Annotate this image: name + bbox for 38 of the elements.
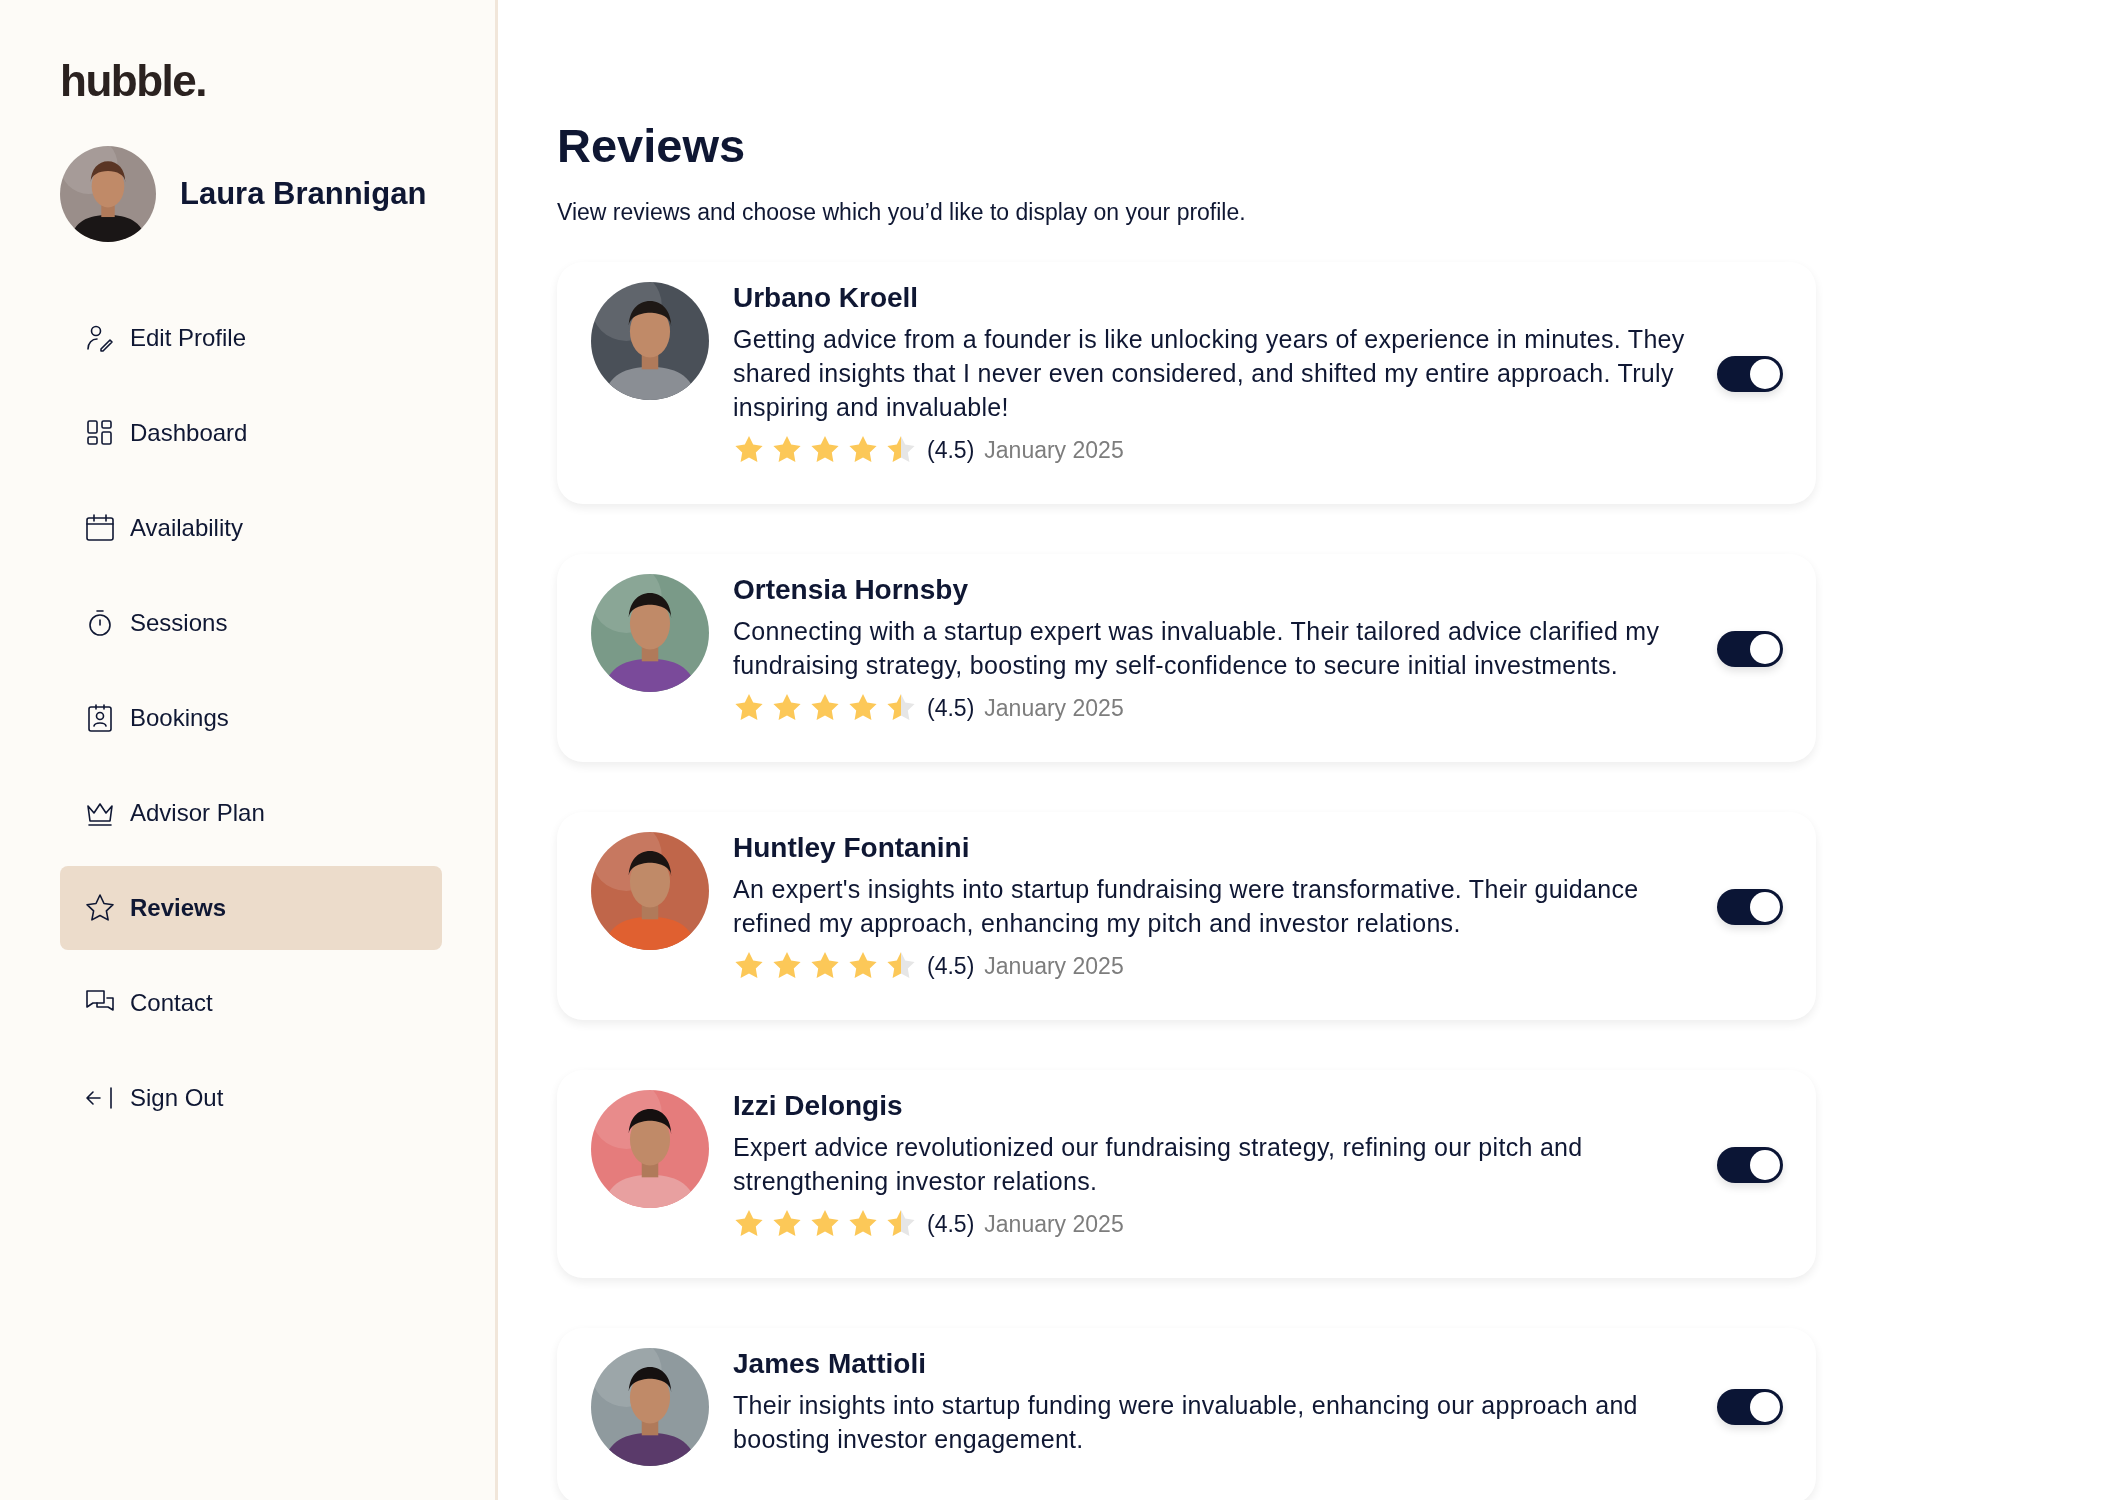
- nav-item[interactable]: Sessions: [60, 581, 442, 665]
- page-title: Reviews: [557, 118, 747, 173]
- rating-value: (4.5): [927, 436, 975, 464]
- review-text: Expert advice revolutionized our fundraising strategy, refining our pitch and strengthening investor relations.: [733, 1132, 1584, 1197]
- review-text: An expert's insights into startup fundraising were transformative. Their guidance refined my approach, enhancing my pitch and investor relations.: [733, 874, 1640, 939]
- page-subtitle: View reviews and choose which you’d like to display on your profile.: [557, 199, 1247, 226]
- reviewer-name: Huntley Fontanini: [733, 832, 971, 864]
- nav-item[interactable]: Advisor Plan: [60, 771, 442, 855]
- nav-item[interactable]: Edit Profile: [60, 296, 442, 380]
- rating-value: (4.5): [927, 952, 975, 980]
- review-date: January 2025: [984, 436, 1124, 464]
- display-toggle[interactable]: [1717, 1389, 1783, 1425]
- user-name: Laura Brannigan: [180, 176, 427, 212]
- star-icon: [84, 892, 116, 924]
- review-text: Connecting with a startup expert was invaluable. Their tailored advice clarified my fundraising strategy, boosting my self-confidence to secure initial investments.: [733, 616, 1661, 681]
- nav-item[interactable]: Dashboard: [60, 391, 442, 475]
- review-date: January 2025: [984, 952, 1124, 980]
- review-text: Their insights into startup funding were invaluable, enhancing our approach and boosting investor engagement.: [733, 1390, 1639, 1455]
- reviewer-name: Ortensia Hornsby: [733, 574, 969, 606]
- rating-value: (4.5): [927, 694, 975, 722]
- display-toggle[interactable]: [1717, 356, 1783, 392]
- reviewer-name: Urbano Kroell: [733, 282, 920, 314]
- calendar-icon: [84, 512, 116, 544]
- nav-item[interactable]: Sign Out: [60, 1056, 442, 1140]
- nav-item[interactable]: Availability: [60, 486, 442, 570]
- display-toggle[interactable]: [1717, 889, 1783, 925]
- review-date: January 2025: [984, 1210, 1124, 1238]
- display-toggle[interactable]: [1717, 1147, 1783, 1183]
- nav-item[interactable]: Reviews: [60, 866, 442, 950]
- logo[interactable]: hubble.: [60, 56, 206, 106]
- rating-value: (4.5): [927, 1210, 975, 1238]
- nav-item[interactable]: Contact: [60, 961, 442, 1045]
- nav-item[interactable]: Bookings: [60, 676, 442, 760]
- review-date: January 2025: [984, 694, 1124, 722]
- display-toggle[interactable]: [1717, 631, 1783, 667]
- reviewer-name: Izzi Delongis: [733, 1090, 904, 1122]
- reviewer-name: James Mattioli: [733, 1348, 927, 1380]
- review-text: Getting advice from a founder is like unlocking years of experience in minutes. They shared insights that I never even considered, and shifted my entire approach. Truly inspiring and invaluable!: [733, 324, 1686, 423]
